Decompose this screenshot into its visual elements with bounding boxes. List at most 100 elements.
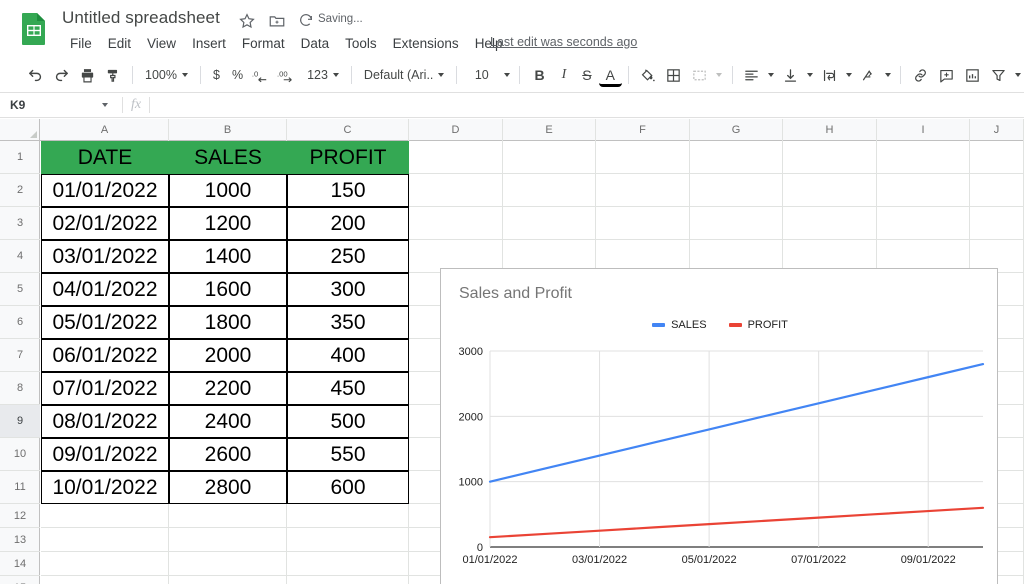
row-header-6[interactable]: 6 [0,306,40,339]
horizontal-align-icon[interactable] [739,62,765,88]
cell-C7[interactable]: 400 [287,339,409,372]
decrease-decimal-icon[interactable]: .0 [249,62,275,88]
vertical-align-chevron-down-icon[interactable] [804,62,817,88]
sales-and-profit-chart[interactable]: Sales and Profit SALES PROFIT 0 1000 2000 3… [440,268,998,584]
row-header-12[interactable]: 12 [0,504,40,528]
text-rotation-icon[interactable] [855,62,881,88]
cell-A2[interactable]: 01/01/2022 [41,174,169,207]
text-color-button[interactable]: A [598,65,622,87]
cell-C3[interactable]: 200 [287,207,409,240]
menu-item-format[interactable]: Format [234,34,293,53]
cell-C9[interactable]: 500 [287,405,409,438]
last-edit-link[interactable]: Last edit was seconds ago [490,35,637,49]
spreadsheet-grid[interactable]: ABCDEFGHIJ 123456789101112131415 DATESAL… [0,119,1024,584]
cell-C2[interactable]: 150 [287,174,409,207]
row-header-5[interactable]: 5 [0,273,40,306]
row-header-8[interactable]: 8 [0,372,40,405]
document-title[interactable]: Untitled spreadsheet [62,8,220,28]
bold-button[interactable]: B [526,62,552,88]
row-header-11[interactable]: 11 [0,471,40,504]
menu-item-file[interactable]: File [62,34,100,53]
cell-A11[interactable]: 10/01/2022 [41,471,169,504]
zoom-selector[interactable]: 100% [139,62,194,88]
column-header-g[interactable]: G [690,119,783,141]
font-family-selector[interactable]: Default (Ari... [358,62,450,88]
row-header-2[interactable]: 2 [0,174,40,207]
row-header-9[interactable]: 9 [0,405,40,438]
row-header-14[interactable]: 14 [0,552,40,576]
horizontal-align-chevron-down-icon[interactable] [765,62,778,88]
cell-C5[interactable]: 300 [287,273,409,306]
cell-B5[interactable]: 1600 [169,273,287,306]
fill-color-icon[interactable] [635,62,661,88]
star-icon[interactable] [238,12,256,30]
row-header-15[interactable]: 15 [0,576,40,584]
italic-button[interactable]: I [553,62,576,88]
text-rotation-chevron-down-icon[interactable] [881,62,894,88]
paint-format-icon[interactable] [100,62,126,88]
currency-format-button[interactable]: $ [207,62,226,88]
menu-item-extensions[interactable]: Extensions [385,34,467,53]
cell-B7[interactable]: 2000 [169,339,287,372]
cell-B2[interactable]: 1000 [169,174,287,207]
row-header-3[interactable]: 3 [0,207,40,240]
cell-B10[interactable]: 2600 [169,438,287,471]
cell-B6[interactable]: 1800 [169,306,287,339]
more-options-chevron-down-icon[interactable] [1011,62,1024,88]
cell-B8[interactable]: 2200 [169,372,287,405]
row-header-13[interactable]: 13 [0,528,40,552]
menu-item-view[interactable]: View [139,34,184,53]
redo-icon[interactable] [48,62,74,88]
cell-A5[interactable]: 04/01/2022 [41,273,169,306]
column-header-a[interactable]: A [41,119,169,141]
cell-C4[interactable]: 250 [287,240,409,273]
cell-A1[interactable]: DATE [41,141,169,174]
row-header-10[interactable]: 10 [0,438,40,471]
menu-item-tools[interactable]: Tools [337,34,385,53]
cell-C6[interactable]: 350 [287,306,409,339]
print-icon[interactable] [74,62,100,88]
column-header-b[interactable]: B [169,119,287,141]
menu-item-insert[interactable]: Insert [184,34,234,53]
column-header-e[interactable]: E [503,119,596,141]
column-header-h[interactable]: H [783,119,877,141]
link-icon[interactable] [907,62,933,88]
cell-A8[interactable]: 07/01/2022 [41,372,169,405]
cell-B9[interactable]: 2400 [169,405,287,438]
cell-A10[interactable]: 09/01/2022 [41,438,169,471]
cell-A6[interactable]: 05/01/2022 [41,306,169,339]
text-wrap-chevron-down-icon[interactable] [842,62,855,88]
undo-icon[interactable] [22,62,48,88]
font-size-input[interactable]: 10 [463,62,501,88]
vertical-align-icon[interactable] [778,62,804,88]
more-formats-button[interactable]: 123 [301,62,345,88]
column-header-c[interactable]: C [287,119,409,141]
menu-item-data[interactable]: Data [293,34,338,53]
cell-B4[interactable]: 1400 [169,240,287,273]
column-header-d[interactable]: D [409,119,503,141]
cell-C8[interactable]: 450 [287,372,409,405]
cell-C10[interactable]: 550 [287,438,409,471]
cell-B11[interactable]: 2800 [169,471,287,504]
merge-cells-chevron-down-icon[interactable] [713,62,726,88]
column-header-f[interactable]: F [596,119,690,141]
cell-A3[interactable]: 02/01/2022 [41,207,169,240]
formula-input[interactable] [158,93,1024,117]
column-header-i[interactable]: I [877,119,970,141]
move-to-folder-icon[interactable] [268,12,286,30]
cell-A4[interactable]: 03/01/2022 [41,240,169,273]
filter-icon[interactable] [985,62,1011,88]
cell-A9[interactable]: 08/01/2022 [41,405,169,438]
cell-C1[interactable]: PROFIT [287,141,409,174]
strikethrough-button[interactable]: S [575,62,598,88]
select-all-corner-button[interactable] [0,119,40,141]
row-header-4[interactable]: 4 [0,240,40,273]
cell-A7[interactable]: 06/01/2022 [41,339,169,372]
comment-icon[interactable] [933,62,959,88]
merge-cells-icon[interactable] [687,62,713,88]
font-size-chevron-down-icon[interactable] [501,62,514,88]
row-header-7[interactable]: 7 [0,339,40,372]
name-box-chevron-down-icon[interactable] [96,103,114,107]
row-header-1[interactable]: 1 [0,141,40,174]
borders-icon[interactable] [661,62,687,88]
